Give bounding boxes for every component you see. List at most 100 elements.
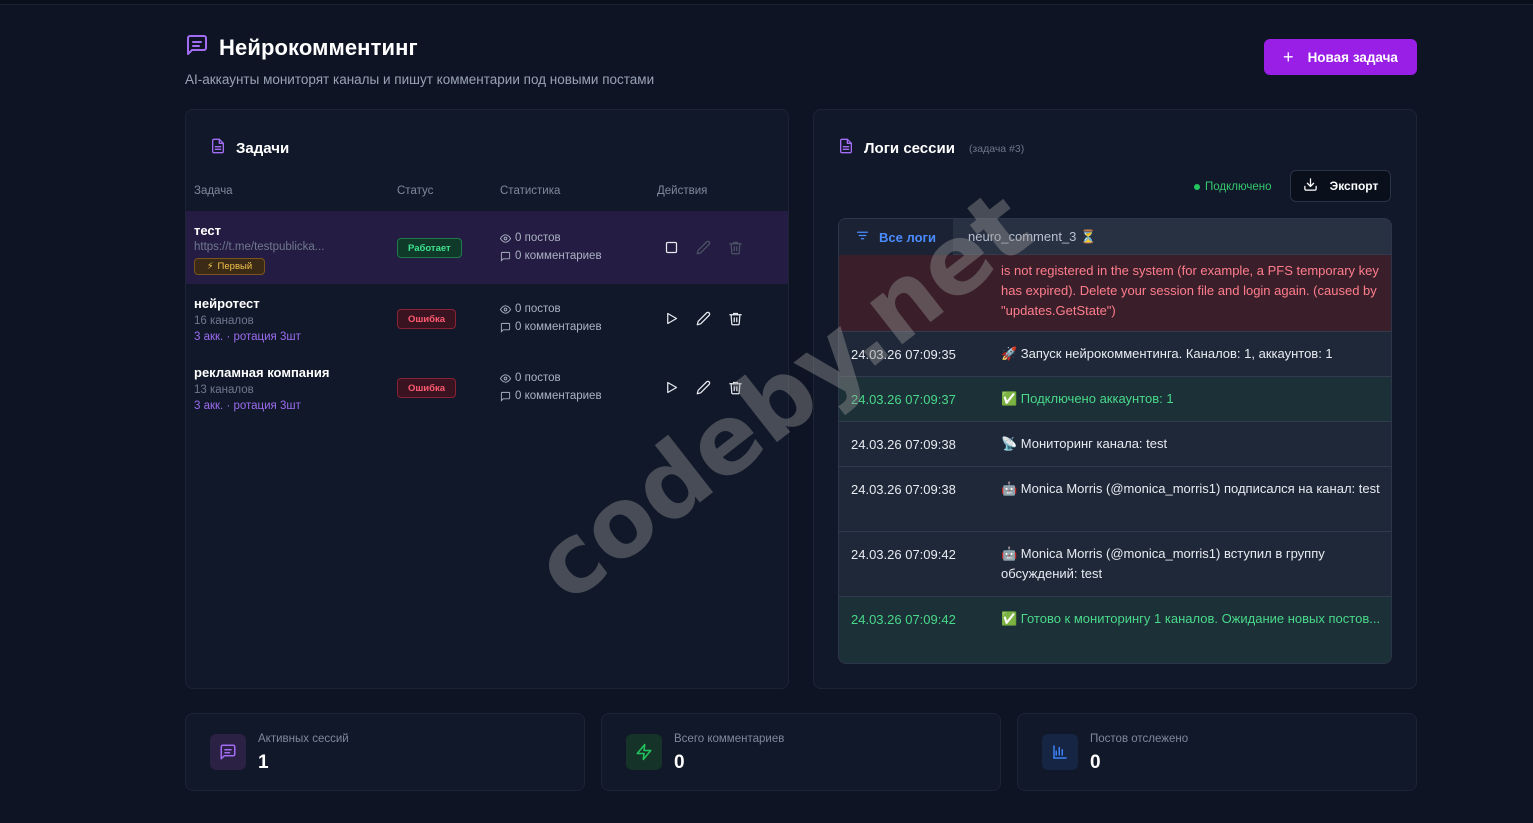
- task-name: рекламная компания: [194, 365, 330, 380]
- column-actions: Действия: [657, 185, 708, 197]
- stat-value: 0: [1090, 752, 1101, 773]
- page-subtitle: AI-аккаунты мониторят каналы и пишут ком…: [185, 72, 655, 87]
- log-time: 24.03.26 07:09:35: [851, 347, 956, 362]
- eye-icon: [500, 373, 511, 383]
- eye-icon: [500, 304, 511, 314]
- logs-title: Логи сессии: [864, 140, 955, 157]
- log-time: 24.03.26 07:09:42: [851, 547, 956, 562]
- comments-stat: 0 комментариев: [500, 250, 602, 262]
- top-bar: [0, 0, 1533, 5]
- stat-value: 0: [674, 752, 685, 773]
- page-title: Нейрокомментинг: [219, 34, 418, 60]
- task-name: нейротест: [194, 296, 260, 311]
- stat-label: Всего комментариев: [674, 733, 785, 745]
- comment-icon: [500, 251, 511, 262]
- play-icon[interactable]: [662, 378, 680, 396]
- status-badge: Работает: [397, 238, 462, 258]
- logs-panel: Логи сессии (задача #3) Подключено Экспо…: [813, 109, 1417, 689]
- task-row[interactable]: рекламная компания 13 каналов 3 акк. · р…: [186, 353, 788, 422]
- posts-stat: 0 постов: [500, 372, 561, 384]
- edit-icon[interactable]: [694, 378, 712, 396]
- log-time: 24.03.26 07:09:38: [851, 482, 956, 497]
- posts-stat: 0 постов: [500, 232, 561, 244]
- comments-stat: 0 комментариев: [500, 390, 602, 402]
- posts-count: 0 постов: [515, 303, 561, 315]
- task-channels: 16 каналов: [194, 315, 254, 327]
- tasks-header: Задачи: [210, 138, 289, 159]
- stat-label: Постов отслежено: [1090, 733, 1189, 745]
- page-header: Нейрокомментинг AI-аккаунты мониторят ка…: [185, 33, 1417, 93]
- message-icon: [210, 734, 246, 770]
- export-button[interactable]: Экспорт: [1290, 170, 1391, 202]
- column-stats: Статистика: [500, 185, 561, 197]
- posts-count: 0 постов: [515, 232, 561, 244]
- delete-icon[interactable]: [726, 238, 744, 256]
- posts-stat: 0 постов: [500, 303, 561, 315]
- log-message: 🤖 Monica Morris (@monica_morris1) вступи…: [1001, 546, 1325, 581]
- new-task-label: Новая задача: [1307, 49, 1398, 65]
- tasks-table-header: Задача Статус Статистика Действия: [186, 185, 788, 199]
- delete-icon[interactable]: [726, 378, 744, 396]
- log-entry: is not registered in the system (for exa…: [839, 255, 1391, 332]
- comment-icon: [500, 391, 511, 402]
- comment-icon: [500, 322, 511, 333]
- edit-icon[interactable]: [694, 238, 712, 256]
- status-dot-icon: [1194, 184, 1200, 190]
- stop-icon[interactable]: [662, 238, 680, 256]
- comments-count: 0 комментариев: [515, 321, 602, 333]
- stat-card-total-comments: Всего комментариев 0: [601, 713, 1001, 791]
- column-status: Статус: [397, 185, 434, 197]
- status-badge: Ошибка: [397, 378, 457, 398]
- log-entry: 24.03.26 07:09:37 ✅ Подключено аккаунтов…: [839, 377, 1391, 422]
- task-link: https://t.me/testpublicka...: [194, 241, 325, 253]
- stat-card-active-sessions: Активных сессий 1: [185, 713, 585, 791]
- filter-icon: [856, 229, 869, 245]
- title-row: Нейрокомментинг: [185, 33, 1417, 62]
- delete-icon[interactable]: [726, 309, 744, 327]
- logs-header: Логи сессии (задача #3): [838, 138, 1024, 159]
- comments-count: 0 комментариев: [515, 390, 602, 402]
- stat-label: Активных сессий: [258, 733, 349, 745]
- log-time: 24.03.26 07:09:42: [851, 612, 956, 627]
- task-name: тест: [194, 223, 222, 238]
- tasks-panel: Задачи Задача Статус Статистика Действия…: [185, 109, 789, 689]
- status-badge: Ошибка: [397, 309, 457, 329]
- first-badge: ⚡ Первый: [194, 258, 265, 275]
- log-message: ✅ Подключено аккаунтов: 1: [1001, 391, 1174, 406]
- tab-session[interactable]: neuro_comment_3 ⏳: [968, 219, 1096, 255]
- log-time: 24.03.26 07:09:38: [851, 437, 956, 452]
- stat-card-posts-tracked: Постов отслежено 0: [1017, 713, 1417, 791]
- task-row[interactable]: тест https://t.me/testpublicka... ⚡ Перв…: [186, 211, 788, 284]
- log-message: ✅ Готово к мониторингу 1 каналов. Ожидан…: [1001, 611, 1381, 626]
- task-actions: [662, 378, 744, 396]
- tab-all-logs[interactable]: Все логи: [839, 219, 953, 255]
- task-row[interactable]: нейротест 16 каналов 3 акк. · ротация 3ш…: [186, 284, 788, 353]
- task-channels: 13 каналов: [194, 384, 254, 396]
- file-text-icon: [210, 138, 226, 159]
- file-text-icon: [838, 138, 854, 159]
- play-icon[interactable]: [662, 309, 680, 327]
- plus-icon: +: [1283, 47, 1294, 67]
- new-task-button[interactable]: + Новая задача: [1264, 39, 1417, 75]
- message-square-icon: [185, 33, 209, 62]
- log-message: 🤖 Monica Morris (@monica_morris1) подпис…: [1001, 481, 1380, 496]
- task-rotation: 3 акк. · ротация 3шт: [194, 331, 301, 343]
- log-viewer[interactable]: Все логи neuro_comment_3 ⏳ is not regist…: [838, 218, 1392, 664]
- eye-icon: [500, 233, 511, 243]
- task-actions: [662, 309, 744, 327]
- export-label: Экспорт: [1329, 179, 1379, 193]
- posts-count: 0 постов: [515, 372, 561, 384]
- zap-icon: ⚡: [206, 261, 214, 272]
- log-entry: 24.03.26 07:09:38 🤖 Monica Morris (@moni…: [839, 467, 1391, 532]
- task-actions: [662, 238, 744, 256]
- log-message: 🚀 Запуск нейрокомментинга. Каналов: 1, а…: [1001, 346, 1333, 361]
- log-tabs: Все логи neuro_comment_3 ⏳: [839, 219, 1391, 255]
- first-badge-label: Первый: [217, 261, 253, 272]
- log-message: 📡 Мониторинг канала: test: [1001, 436, 1168, 451]
- log-time: 24.03.26 07:09:37: [851, 392, 956, 407]
- connection-label: Подключено: [1205, 181, 1272, 193]
- edit-icon[interactable]: [694, 309, 712, 327]
- log-entry: 24.03.26 07:09:35 🚀 Запуск нейрокомменти…: [839, 332, 1391, 377]
- tasks-title: Задачи: [236, 140, 290, 157]
- bar-chart-icon: [1042, 734, 1078, 770]
